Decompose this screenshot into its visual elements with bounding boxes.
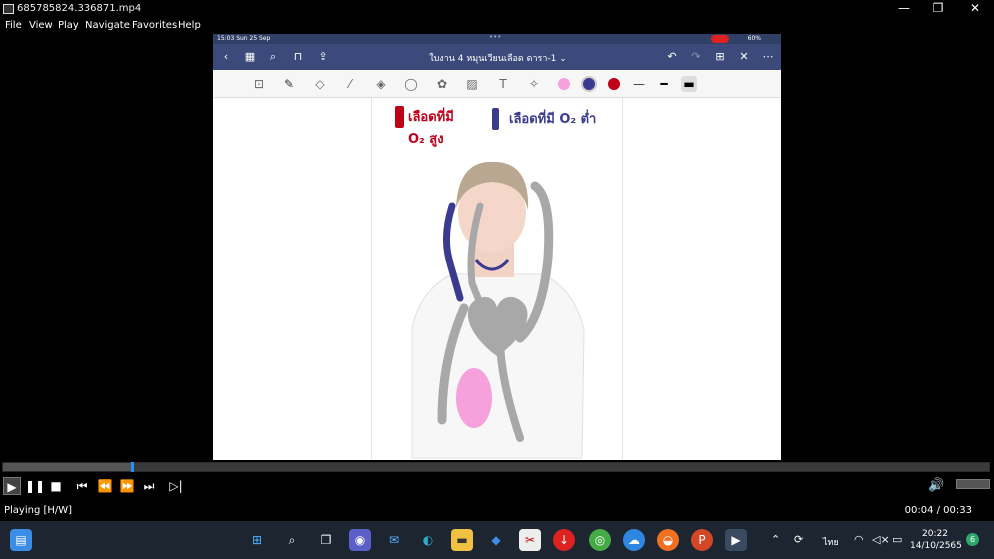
shapes-tool-icon: ◈	[376, 77, 386, 91]
document-title: ใบงาน 4 หมุนเวียนเลือด ดารา-1 ⌄	[429, 54, 567, 64]
frame-step-button[interactable]: ▷|	[167, 477, 185, 495]
undo-icon: ↶	[667, 50, 677, 63]
ipad-nav-bar: ‹ ▦ ⌕ ⊓ ⇪ ใบงาน 4 หมุนเวียนเลือด ดารา-1 …	[213, 44, 781, 70]
input-language[interactable]: ไทย	[823, 535, 839, 549]
text-tool-icon: T	[499, 77, 507, 91]
ipad-status-time: 15:03 Sun 25 Sep	[217, 35, 271, 42]
red-color-swatch	[608, 78, 620, 90]
redo-icon: ↷	[691, 50, 701, 63]
ipad-dots-icon: •••	[489, 34, 502, 41]
pink-color-swatch	[558, 78, 570, 90]
tray-chevron-icon[interactable]: ⌃	[771, 533, 780, 546]
pink-organ-shape	[456, 368, 492, 428]
video-frame-ipad: 15:03 Sun 25 Sep ••• 60% ‹ ▦ ⌕ ⊓ ⇪ ใบงาน…	[213, 34, 781, 460]
play-button[interactable]: ▶	[3, 477, 21, 495]
laser-tool-icon: ✧	[528, 77, 540, 91]
image-tool-icon: ▨	[466, 77, 478, 91]
firefox-icon[interactable]: ◒	[657, 529, 679, 551]
player-controls: ▶ ❚❚ ■ ⏮ ⏪ ⏩ ⏭ ▷| 🔊	[0, 473, 994, 499]
menu-favorites[interactable]: Favorites	[132, 20, 177, 31]
sync-icon[interactable]: ⟳	[794, 533, 803, 546]
playback-time: 00:04 / 00:33	[904, 505, 972, 516]
taskbar-clock[interactable]: 20:22 14/10/2565	[910, 528, 962, 552]
share-icon: ⇪	[318, 50, 328, 63]
seek-bar-handle[interactable]	[131, 462, 135, 472]
windows-taskbar: ▤ ⊞ ⌕ ❐ ◉ ✉ ◐ ▬ ◆ ✂ ↓ ◎ ☁ ◒ P ▶ ⌃ ⟳ ไทย …	[0, 521, 994, 559]
teams-icon[interactable]: ◉	[349, 529, 371, 551]
add-page-icon: ⊞	[715, 50, 725, 63]
cloud-icon[interactable]: ☁	[623, 529, 645, 551]
fast-forward-button[interactable]: ⏩	[118, 477, 136, 495]
pen-tool-icon: ✎	[283, 77, 295, 91]
highlighter-tool-icon: ⁄	[348, 77, 351, 91]
menu-navigate[interactable]: Navigate	[85, 20, 130, 31]
ipad-status-bar: 15:03 Sun 25 Sep ••• 60%	[213, 34, 781, 44]
menu-play[interactable]: Play	[58, 20, 79, 31]
zoom-tool-icon: ⊡	[253, 77, 265, 91]
menu-file[interactable]: File	[5, 20, 22, 31]
volume-slider[interactable]	[956, 479, 990, 489]
minimize-button[interactable]: —	[889, 1, 919, 15]
widgets-icon[interactable]: ▤	[10, 529, 32, 551]
menu-view[interactable]: View	[29, 20, 53, 31]
document-page: เลือดที่มี O₂ สูง เลือดที่มี O₂ ต่ำ	[371, 98, 623, 460]
ipad-tool-bar: ⊡ ✎ ◇ ⁄ ◈ ◯ ✿ ▨ T ✧ — ━ ▬	[213, 70, 781, 98]
menu-bar: File View Play Navigate Favorites Help	[0, 19, 994, 34]
snipping-icon[interactable]: ✂	[519, 529, 541, 551]
rewind-button[interactable]: ⏪	[96, 477, 114, 495]
thick-stroke-icon: ▬	[681, 76, 697, 92]
dropbox-icon[interactable]: ◆	[485, 529, 507, 551]
more-icon: ⋯	[762, 50, 774, 63]
sticker-tool-icon: ✿	[436, 77, 448, 91]
seek-bar-fill	[3, 463, 132, 471]
search-icon: ⌕	[269, 50, 277, 63]
blue-color-swatch	[583, 78, 595, 90]
notification-badge[interactable]: 6	[966, 533, 979, 546]
bookmark-icon: ⊓	[293, 50, 303, 63]
close-button[interactable]: ✕	[960, 1, 990, 15]
close-doc-icon: ✕	[739, 50, 749, 63]
media-player-icon[interactable]: ▶	[725, 529, 747, 551]
volume-icon[interactable]: 🔊	[928, 477, 946, 495]
pause-button[interactable]: ❚❚	[25, 477, 45, 495]
thin-stroke-icon: —	[633, 77, 645, 91]
player-status-bar: Playing [H/W] 00:04 / 00:33	[0, 499, 994, 521]
chrome-icon[interactable]: ◎	[589, 529, 611, 551]
ipad-battery: 60%	[747, 35, 761, 42]
clock-time: 20:22	[922, 529, 948, 539]
mail-icon[interactable]: ✉	[383, 529, 405, 551]
edge-icon[interactable]: ◐	[417, 529, 439, 551]
app-icon	[3, 4, 14, 14]
wifi-icon[interactable]: ◠	[854, 533, 864, 546]
download-icon[interactable]: ↓	[553, 529, 575, 551]
back-icon: ‹	[223, 50, 229, 63]
record-icon	[711, 35, 729, 43]
file-explorer-icon[interactable]: ▬	[451, 529, 473, 551]
search-taskbar-icon[interactable]: ⌕	[281, 529, 303, 551]
start-icon[interactable]: ⊞	[246, 529, 268, 551]
speaker-muted-icon[interactable]: ◁×	[872, 533, 890, 546]
next-button[interactable]: ⏭	[140, 477, 158, 495]
task-view-icon[interactable]: ❐	[315, 529, 337, 551]
menu-help[interactable]: Help	[178, 20, 201, 31]
clock-date: 14/10/2565	[910, 541, 962, 551]
window-titlebar: 685785824.336871.mp4 — ❐ ✕	[0, 0, 994, 19]
window-title: 685785824.336871.mp4	[17, 3, 142, 14]
grid-icon: ▦	[244, 50, 256, 63]
previous-button[interactable]: ⏮	[73, 477, 91, 495]
restore-button[interactable]: ❐	[923, 1, 953, 15]
powerpoint-icon[interactable]: P	[691, 529, 713, 551]
battery-icon[interactable]: ▭	[892, 533, 902, 546]
eraser-tool-icon: ◇	[315, 77, 325, 91]
medium-stroke-icon: ━	[660, 77, 668, 91]
worksheet-drawing	[411, 161, 585, 459]
shirt-shape	[411, 273, 585, 459]
stop-button[interactable]: ■	[47, 477, 65, 495]
seek-bar[interactable]	[2, 462, 990, 472]
playback-status: Playing [H/W]	[4, 505, 73, 516]
lasso-tool-icon: ◯	[404, 77, 418, 91]
